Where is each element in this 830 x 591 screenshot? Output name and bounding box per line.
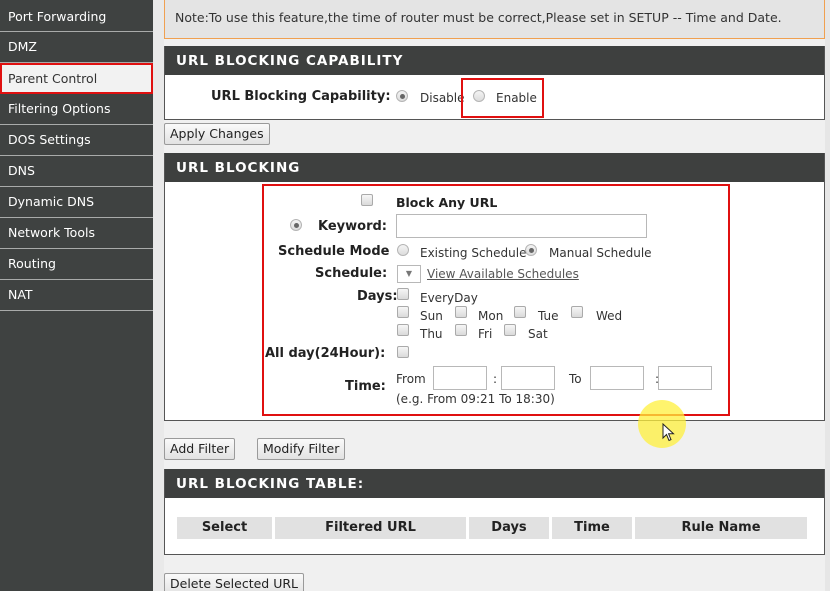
modify-filter-button[interactable]: Modify Filter (257, 438, 346, 460)
capability-disable-radio[interactable] (396, 90, 408, 102)
column-days: Days (469, 517, 549, 539)
sidebar-nav: Port Forwarding DMZ Parent Control Filte… (0, 0, 153, 311)
url-blocking-panel-header: URL BLOCKING (165, 153, 824, 182)
sidebar-item-dynamic-dns[interactable]: Dynamic DNS (0, 187, 153, 218)
url-blocking-table-panel: URL BLOCKING TABLE: Select Filtered URL … (164, 469, 825, 555)
column-filtered-url: Filtered URL (275, 517, 466, 539)
capability-label: URL Blocking Capability: (211, 89, 391, 104)
enable-highlight-box (461, 78, 544, 118)
apply-changes-button[interactable]: Apply Changes (164, 123, 270, 145)
sidebar-item-dns[interactable]: DNS (0, 156, 153, 187)
column-time: Time (552, 517, 632, 539)
sidebar-item-routing[interactable]: Routing (0, 249, 153, 280)
sidebar-divider (154, 0, 164, 591)
url-blocking-table-header: URL BLOCKING TABLE: (165, 469, 824, 498)
time-note: Note:To use this feature,the time of rou… (164, 0, 825, 39)
capability-panel-header: URL BLOCKING CAPABILITY (165, 46, 824, 75)
sidebar-item-nat[interactable]: NAT (0, 280, 153, 311)
capability-disable-label: Disable (420, 91, 465, 105)
sidebar-item-port-forwarding[interactable]: Port Forwarding (0, 0, 153, 32)
scrollbar-track[interactable] (825, 0, 830, 591)
column-select: Select (177, 517, 272, 539)
sidebar-item-filtering-options[interactable]: Filtering Options (0, 94, 153, 125)
sidebar-item-parent-control[interactable]: Parent Control (0, 63, 153, 94)
url-blocking-form-highlight-box (262, 184, 730, 416)
sidebar-item-dmz[interactable]: DMZ (0, 32, 153, 63)
sidebar: Port Forwarding DMZ Parent Control Filte… (0, 0, 154, 591)
sidebar-item-dos-settings[interactable]: DOS Settings (0, 125, 153, 156)
router-admin-page: Port Forwarding DMZ Parent Control Filte… (0, 0, 830, 591)
add-filter-button[interactable]: Add Filter (164, 438, 236, 460)
delete-selected-url-button[interactable]: Delete Selected URL (164, 573, 305, 591)
sidebar-item-network-tools[interactable]: Network Tools (0, 218, 153, 249)
url-blocking-table-columns: Select Filtered URL Days Time Rule Name (177, 517, 809, 539)
column-rule-name: Rule Name (635, 517, 807, 539)
mouse-pointer-icon (662, 423, 675, 442)
